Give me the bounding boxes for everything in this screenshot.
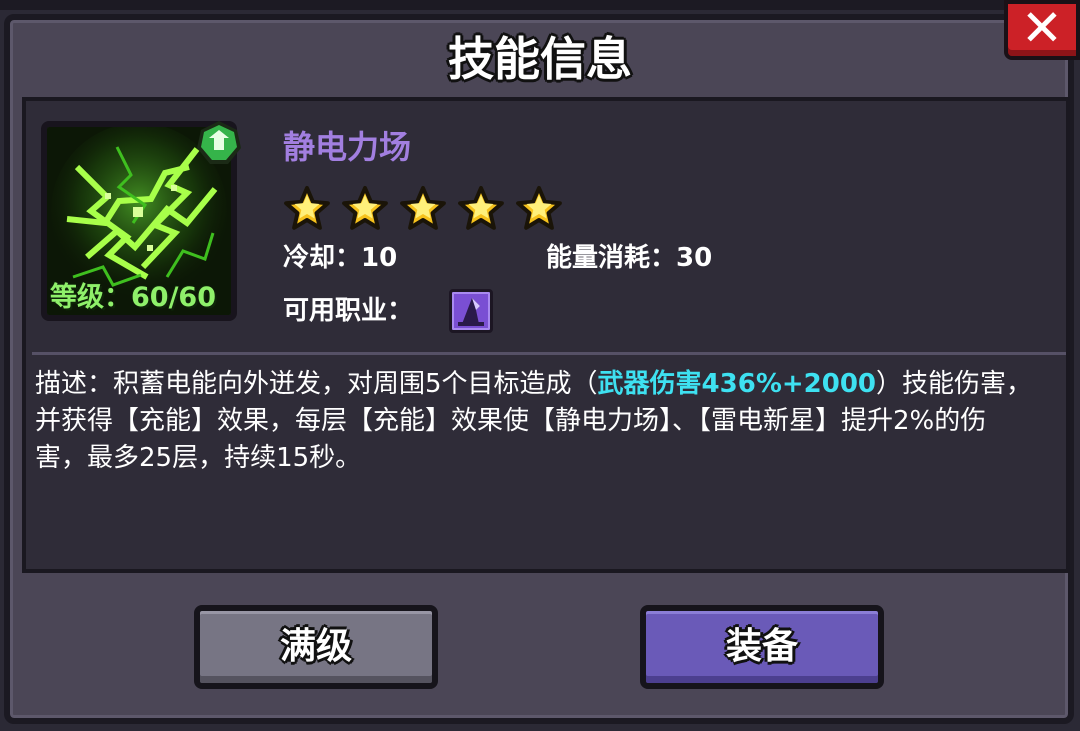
top-strip [0, 0, 1080, 10]
wizard-hat-icon [449, 289, 493, 333]
star-rating [282, 184, 572, 234]
available-class-label: 可用职业： [283, 296, 414, 326]
star-icon [400, 186, 446, 230]
description-damage-highlight: 武器伤害436%+2000 [597, 369, 877, 399]
level-max-badge-icon [196, 120, 242, 166]
energy-cost-text: 能量消耗：30 [546, 243, 713, 273]
skill-level-text: 等级：60/60 [50, 282, 217, 313]
star-icon [458, 186, 504, 230]
close-icon: ✕ [1021, 0, 1063, 57]
close-button[interactable]: ✕ [1004, 0, 1080, 60]
dialog-title: 技能信息 [448, 32, 632, 86]
equip-button[interactable]: 装备 [640, 605, 884, 689]
skill-name: 静电力场 [283, 128, 412, 166]
skill-description: 描述：积蓄电能向外迸发，对周围5个目标造成（武器伤害436%+2000）技能伤害… [35, 366, 1035, 477]
description-prefix: 描述：积蓄电能向外迸发，对周围5个目标造成（ [35, 369, 598, 399]
section-divider [32, 352, 1066, 355]
star-icon [516, 186, 562, 230]
max-level-button[interactable]: 满级 [194, 605, 438, 689]
cooldown-text: 冷却：10 [283, 243, 398, 273]
star-icon [342, 186, 388, 230]
skill-info-screen: 技能信息 ✕ 等级：60/60 静电力场 冷却：10 能量消耗：30 可用职业：… [0, 0, 1080, 731]
star-icon [284, 186, 330, 230]
